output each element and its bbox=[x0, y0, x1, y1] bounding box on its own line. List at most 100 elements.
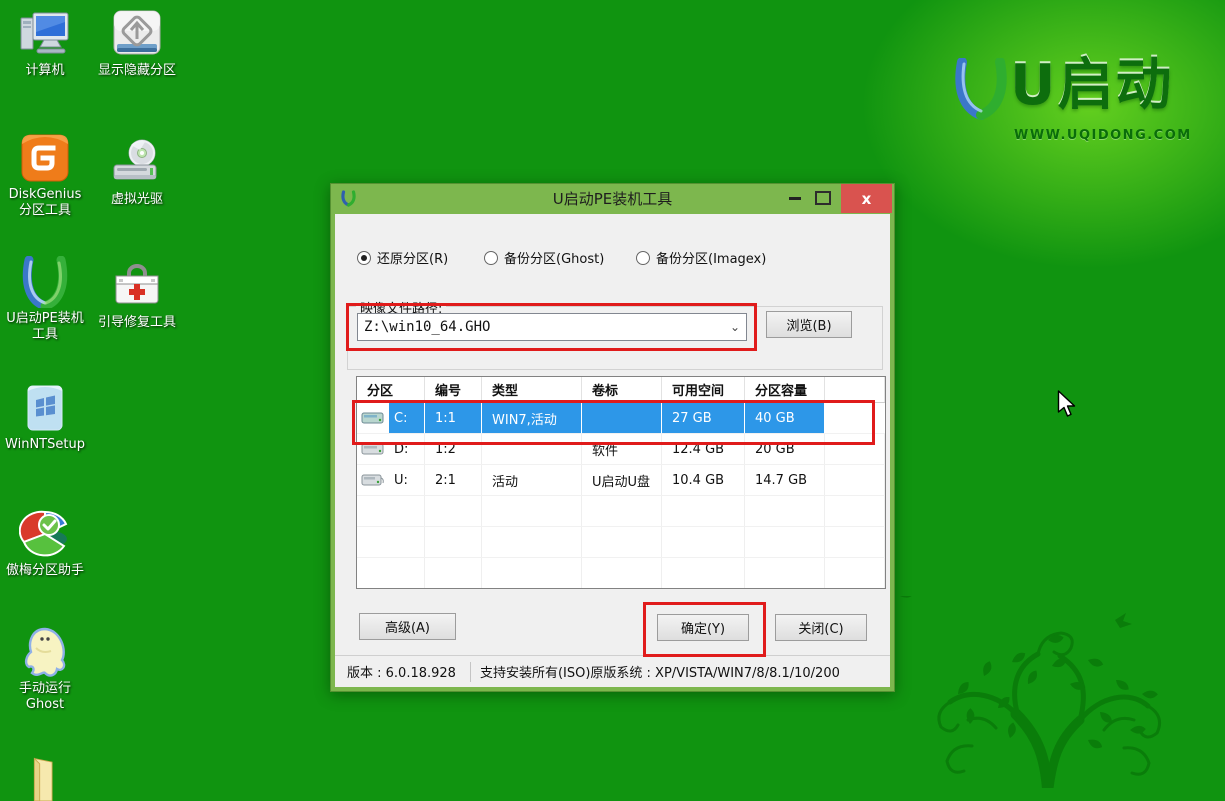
cell-free: 10.4 GB bbox=[662, 465, 745, 495]
radio-label: 备份分区(Ghost) bbox=[504, 248, 604, 267]
desktop-icon-show-hidden-partitions[interactable]: 显示隐藏分区 bbox=[92, 8, 182, 79]
minimize-icon bbox=[789, 197, 801, 200]
disk-icon bbox=[361, 441, 385, 458]
col-header-volume[interactable]: 卷标 bbox=[582, 377, 662, 402]
col-header-free-space[interactable]: 可用空间 bbox=[662, 377, 745, 402]
cell-filler bbox=[825, 434, 885, 464]
desktop-icon-boot-repair[interactable]: 引导修复工具 bbox=[92, 260, 182, 331]
chevron-down-icon[interactable]: ⌄ bbox=[724, 320, 746, 334]
desktop-icon-upe-tool[interactable]: U启动PE装机 工具 bbox=[0, 256, 90, 342]
cell-capacity: 14.7 GB bbox=[745, 465, 825, 495]
radio-restore-partition[interactable]: 还原分区(R) bbox=[357, 248, 448, 267]
cell-capacity: 20 GB bbox=[745, 434, 825, 464]
cell-type: WIN7,活动 bbox=[482, 403, 582, 433]
diskgenius-icon bbox=[19, 132, 71, 184]
table-row-d[interactable]: D: 1:2 软件 12.4 GB 20 GB bbox=[357, 434, 885, 465]
folder-icon bbox=[22, 755, 68, 801]
desktop-icon-computer[interactable]: 计算机 bbox=[0, 8, 90, 79]
cell-partition: U: bbox=[389, 465, 424, 495]
cell-number: 1:2 bbox=[425, 434, 482, 464]
version-text: 版本 : 6.0.18.928 bbox=[335, 662, 470, 681]
close-window-button[interactable]: x bbox=[841, 184, 892, 213]
computer-icon bbox=[19, 8, 71, 60]
usb-disk-icon bbox=[361, 472, 385, 489]
maximize-button[interactable] bbox=[810, 184, 836, 212]
browse-button[interactable]: 浏览(B) bbox=[766, 311, 852, 338]
table-empty-row bbox=[357, 558, 885, 589]
winntsetup-icon bbox=[19, 382, 71, 434]
desktop-icon-virtual-cdrom[interactable]: 虚拟光驱 bbox=[92, 137, 182, 208]
cell-number: 1:1 bbox=[425, 403, 482, 433]
minimize-button[interactable] bbox=[782, 184, 808, 212]
ghost-icon bbox=[19, 626, 71, 678]
disk-icon bbox=[361, 410, 385, 427]
maximize-icon bbox=[815, 191, 831, 205]
col-header-filler bbox=[825, 377, 885, 402]
virtual-cdrom-icon bbox=[111, 137, 163, 189]
dialog-content: 还原分区(R) 备份分区(Ghost) 备份分区(Imagex) 映像文件路径:… bbox=[335, 214, 890, 687]
cell-free: 12.4 GB bbox=[662, 434, 745, 464]
pe-install-tool-window: U启动PE装机工具 x 还原分区(R) 备份分区(Ghost) 备份分区(Ima… bbox=[330, 183, 895, 692]
desktop-icon-run-ghost[interactable]: 手动运行 Ghost bbox=[0, 626, 90, 712]
table-row-u[interactable]: U: 2:1 活动 U启动U盘 10.4 GB 14.7 GB bbox=[357, 465, 885, 496]
cell-capacity: 40 GB bbox=[745, 403, 825, 433]
cell-free: 27 GB bbox=[662, 403, 745, 433]
butterfly-decoration bbox=[1115, 613, 1132, 628]
col-header-type[interactable]: 类型 bbox=[482, 377, 582, 402]
radio-unselected-icon bbox=[636, 251, 650, 265]
cell-filler bbox=[825, 403, 885, 433]
partition-assistant-icon bbox=[19, 508, 71, 560]
desktop-icon-diskgenius[interactable]: DiskGenius 分区工具 bbox=[0, 132, 90, 218]
icon-label: 计算机 bbox=[25, 63, 64, 79]
cell-volume bbox=[582, 403, 662, 433]
advanced-button[interactable]: 高级(A) bbox=[359, 613, 456, 640]
icon-label: U启动PE装机 工具 bbox=[6, 311, 84, 342]
cell-type: 活动 bbox=[482, 465, 582, 495]
icon-label: 引导修复工具 bbox=[98, 315, 176, 331]
cell-type bbox=[482, 434, 582, 464]
brand-url: WWW.UQIDONG.COM bbox=[1014, 128, 1192, 143]
table-row-c-selected[interactable]: C: 1:1 WIN7,活动 27 GB 40 GB bbox=[357, 403, 885, 434]
partition-table: 分区 编号 类型 卷标 可用空间 分区容量 C: 1:1 bbox=[356, 376, 886, 589]
image-path-value: Z:\win10_64.GHO bbox=[358, 319, 724, 335]
image-path-combobox[interactable]: Z:\win10_64.GHO ⌄ bbox=[357, 313, 747, 341]
desktop-icon-partition-assistant[interactable]: 傲梅分区助手 bbox=[0, 508, 90, 579]
col-header-partition[interactable]: 分区 bbox=[357, 377, 425, 402]
statusbar: 版本 : 6.0.18.928 支持安装所有(ISO)原版系统 : XP/VIS… bbox=[335, 655, 890, 687]
desktop-icon-folder-partial[interactable] bbox=[0, 755, 90, 801]
close-button[interactable]: 关闭(C) bbox=[775, 614, 867, 641]
close-icon: x bbox=[862, 190, 872, 208]
icon-label: 显示隐藏分区 bbox=[98, 63, 176, 79]
desktop: { "desktop": { "logo": { "brand": "U启动",… bbox=[0, 0, 1225, 788]
uqidong-logo: U启动 WWW.UQIDONG.COM bbox=[952, 58, 1192, 143]
desktop-icon-winntsetup[interactable]: WinNTSetup bbox=[0, 382, 90, 453]
icon-label: WinNTSetup bbox=[5, 437, 85, 453]
radio-label: 备份分区(Imagex) bbox=[656, 248, 766, 267]
table-empty-row bbox=[357, 496, 885, 527]
icon-label: DiskGenius 分区工具 bbox=[9, 187, 82, 218]
uqidong-u-glyph-icon bbox=[952, 58, 1010, 126]
radio-selected-icon bbox=[357, 251, 371, 265]
icon-label: 手动运行 Ghost bbox=[19, 681, 71, 712]
cell-partition: C: bbox=[389, 403, 424, 433]
cell-number: 2:1 bbox=[425, 465, 482, 495]
partition-table-header: 分区 编号 类型 卷标 可用空间 分区容量 bbox=[357, 377, 885, 403]
show-hidden-partitions-icon bbox=[111, 8, 163, 60]
supported-systems-text: 支持安装所有(ISO)原版系统 : XP/VISTA/WIN7/8/8.1/10… bbox=[471, 662, 890, 681]
radio-unselected-icon bbox=[484, 251, 498, 265]
icon-label: 傲梅分区助手 bbox=[6, 563, 84, 579]
boot-repair-icon bbox=[111, 260, 163, 312]
mouse-cursor bbox=[1057, 390, 1079, 424]
tree-silhouette-decoration bbox=[900, 596, 1200, 792]
ok-button[interactable]: 确定(Y) bbox=[657, 614, 749, 641]
cell-filler bbox=[825, 465, 885, 495]
cell-volume: U启动U盘 bbox=[582, 465, 662, 495]
radio-backup-partition-ghost[interactable]: 备份分区(Ghost) bbox=[484, 248, 604, 267]
col-header-number[interactable]: 编号 bbox=[425, 377, 482, 402]
col-header-capacity[interactable]: 分区容量 bbox=[745, 377, 825, 402]
window-titlebar[interactable]: U启动PE装机工具 x bbox=[331, 184, 894, 214]
icon-label: 虚拟光驱 bbox=[111, 192, 163, 208]
radio-backup-partition-imagex[interactable]: 备份分区(Imagex) bbox=[636, 248, 766, 267]
uqidong-u-icon bbox=[19, 256, 71, 308]
cell-volume: 软件 bbox=[582, 434, 662, 464]
